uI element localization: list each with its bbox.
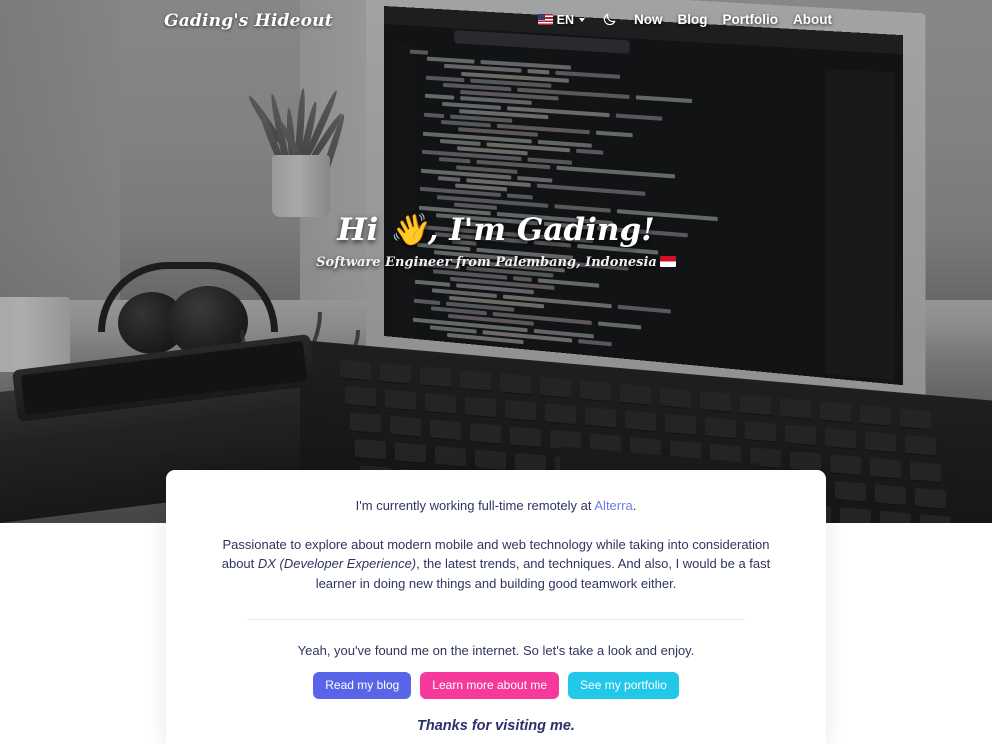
hero-title: Hi 👋, I'm Gading!	[337, 212, 655, 248]
status-prefix: I'm currently working full-time remotely…	[355, 498, 595, 513]
navbar-right-group: EN Now Blog Portfolio About	[537, 12, 832, 27]
learn-more-about-me-button[interactable]: Learn more about me	[420, 671, 560, 700]
navbar: Gading's Hideout EN Now Blog Portfolio A…	[0, 0, 992, 42]
card-divider	[247, 618, 745, 620]
site-brand-logo[interactable]: Gading's Hideout	[164, 11, 333, 31]
indonesia-flag-icon	[659, 256, 676, 268]
us-flag-icon	[537, 14, 553, 25]
cta-button-row: Read my blog Learn more about me See my …	[214, 671, 778, 700]
intro-card: I'm currently working full-time remotely…	[166, 470, 826, 744]
see-my-portfolio-button[interactable]: See my portfolio	[568, 671, 679, 700]
nav-link-portfolio[interactable]: Portfolio	[723, 12, 779, 27]
hero-subtitle: Software Engineer from Palembang, Indone…	[0, 255, 992, 270]
moon-icon[interactable]	[602, 12, 617, 27]
hero-subtitle-text: Software Engineer from Palembang, Indone…	[316, 255, 657, 271]
closing-line: Yeah, you've found me on the internet. S…	[297, 642, 695, 658]
bio-emphasis-dx: DX (Developer Experience)	[257, 556, 417, 572]
language-switcher[interactable]: EN	[537, 12, 586, 27]
chevron-down-icon	[579, 17, 586, 22]
company-link-alterra[interactable]: Alterra	[594, 498, 632, 513]
current-status-line: I'm currently working full-time remotely…	[214, 496, 778, 516]
read-my-blog-button[interactable]: Read my blog	[313, 671, 412, 700]
language-code-label: EN	[556, 12, 575, 27]
status-suffix: .	[632, 498, 637, 513]
hero-text-block: Hi 👋, I'm Gading! Software Engineer from…	[0, 212, 992, 270]
bio-paragraph: Passionate to explore about modern mobil…	[214, 535, 778, 593]
nav-link-now[interactable]: Now	[634, 12, 663, 27]
nav-links: Now Blog Portfolio About	[634, 12, 832, 27]
nav-link-about[interactable]: About	[793, 12, 832, 27]
nav-link-blog[interactable]: Blog	[678, 12, 708, 27]
thanks-message: Thanks for visiting me.	[417, 718, 575, 735]
